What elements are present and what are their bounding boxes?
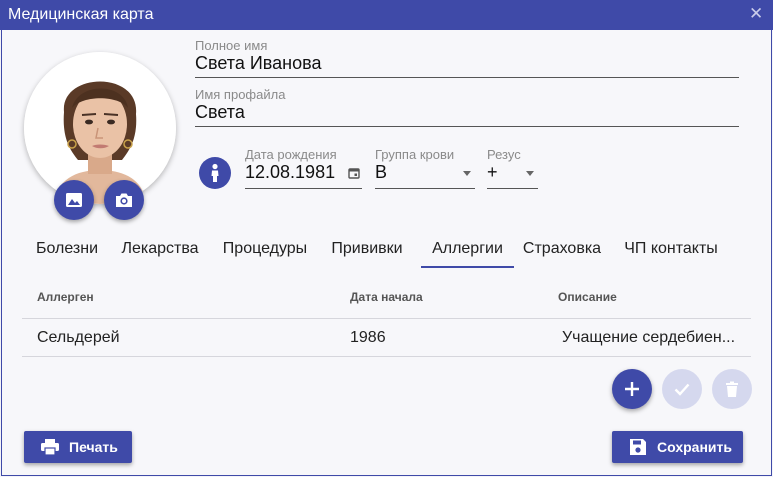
rhesus-label: Резус [487, 147, 521, 162]
floppy-icon [630, 439, 646, 455]
blood-group-select[interactable]: Группа крови B [375, 147, 475, 189]
birth-date-value: 12.08.1981 [245, 162, 336, 182]
birth-date-field[interactable]: Дата рождения 12.08.1981 [245, 147, 362, 189]
avatar-portrait [24, 52, 176, 204]
chevron-down-icon[interactable] [526, 171, 534, 176]
check-icon [674, 383, 690, 396]
camera-icon [116, 193, 132, 207]
blood-group-label: Группа крови [375, 147, 455, 162]
trash-icon [726, 381, 738, 397]
table-header-divider [22, 318, 751, 319]
confirm-allergy-button[interactable] [662, 369, 702, 409]
tab-vaccinations[interactable]: Прививки [320, 232, 414, 268]
avatar [24, 52, 176, 204]
cell-start-date: 1986 [350, 329, 386, 346]
full-name-value: Света Иванова [195, 53, 322, 73]
column-header-description[interactable]: Описание [558, 290, 617, 304]
window-title: Медицинская карта [8, 6, 154, 23]
tab-medicines[interactable]: Лекарства [110, 232, 210, 268]
image-icon [66, 193, 82, 207]
blood-group-underline [375, 188, 475, 189]
blood-group-value: B [375, 162, 388, 182]
chevron-down-icon[interactable] [463, 171, 471, 176]
printer-icon [41, 439, 59, 456]
tab-insurance[interactable]: Страховка [514, 232, 610, 268]
plus-icon [625, 382, 639, 396]
save-button[interactable]: Сохранить [612, 431, 743, 463]
close-icon[interactable]: ✕ [749, 5, 763, 23]
tab-allergies[interactable]: Аллергии [421, 232, 514, 268]
rhesus-value: + [487, 162, 498, 182]
table-row-divider [22, 356, 751, 357]
camera-button[interactable] [104, 180, 144, 220]
rhesus-select[interactable]: Резус + [487, 147, 538, 189]
tab-diseases[interactable]: Болезни [24, 232, 110, 268]
birth-date-label: Дата рождения [245, 147, 337, 162]
delete-allergy-button[interactable] [712, 369, 752, 409]
gender-badge [199, 157, 231, 189]
column-header-start-date[interactable]: Дата начала [350, 290, 423, 304]
profile-name-value: Света [195, 102, 245, 122]
title-bar: Медицинская карта ✕ [0, 0, 773, 30]
tab-emergency-contacts[interactable]: ЧП контакты [610, 232, 732, 268]
full-name-underline [195, 77, 739, 78]
rhesus-underline [487, 188, 538, 189]
cell-description: Учащение сердебиен... [562, 329, 736, 346]
person-icon [211, 163, 219, 182]
gallery-button[interactable] [54, 180, 94, 220]
profile-name-field[interactable]: Имя профайла Света [195, 87, 739, 127]
calendar-icon[interactable] [348, 167, 360, 179]
full-name-label: Полное имя [195, 38, 268, 53]
print-button-label: Печать [69, 439, 118, 455]
profile-name-underline [195, 126, 739, 127]
profile-name-label: Имя профайла [195, 87, 286, 102]
cell-allergen: Сельдерей [37, 329, 120, 346]
add-allergy-button[interactable] [612, 369, 652, 409]
full-name-field[interactable]: Полное имя Света Иванова [195, 38, 739, 78]
column-header-allergen[interactable]: Аллерген [37, 290, 94, 304]
birth-date-underline [245, 188, 362, 189]
tab-procedures[interactable]: Процедуры [210, 232, 320, 268]
save-button-label: Сохранить [657, 439, 732, 455]
print-button[interactable]: Печать [24, 431, 132, 463]
